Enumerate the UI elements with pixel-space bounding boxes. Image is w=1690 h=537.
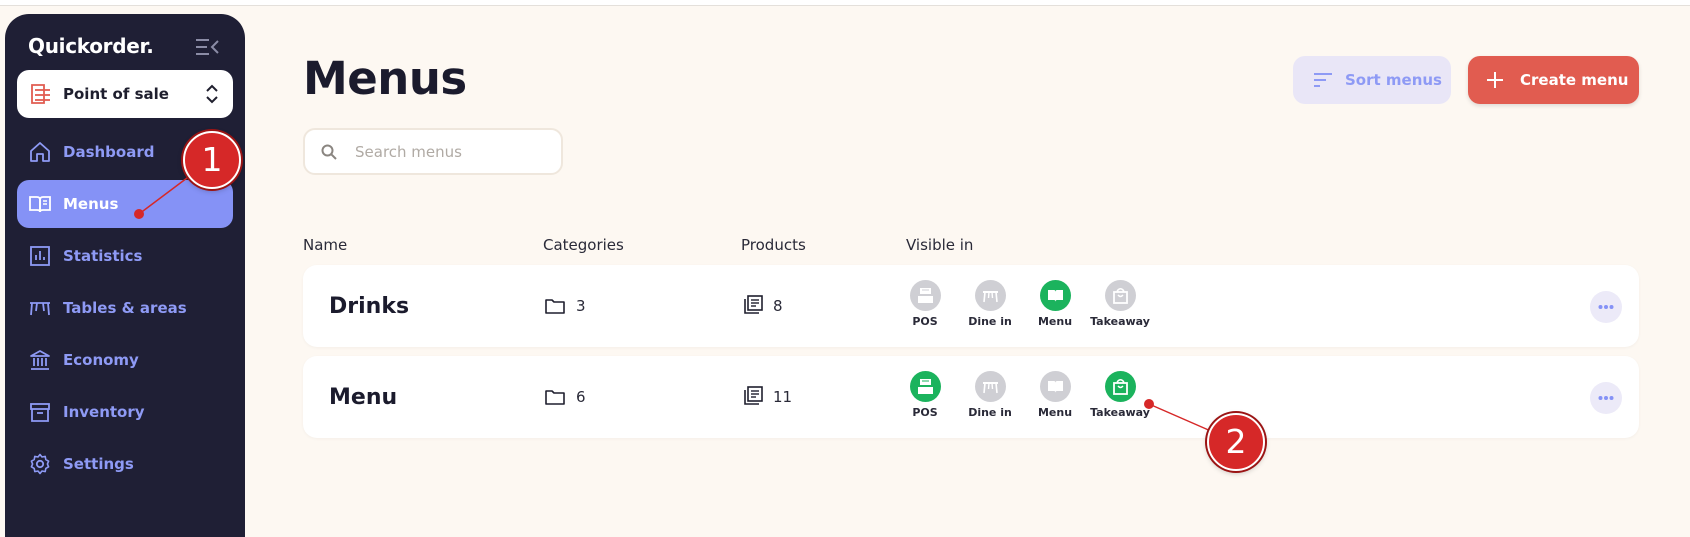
annotation-marker-2: 2: [1207, 413, 1265, 471]
ellipsis-icon: [1598, 305, 1614, 309]
ellipsis-icon: [1598, 396, 1614, 400]
menu-book-icon: [1040, 371, 1071, 402]
create-menu-button[interactable]: Create menu: [1468, 56, 1639, 104]
products-icon: [744, 295, 763, 314]
sidebar-item-label: Tables & areas: [63, 299, 187, 317]
sidebar-item-label: Inventory: [63, 403, 145, 421]
column-header-visible-in: Visible in: [906, 236, 974, 254]
sort-menus-button[interactable]: Sort menus: [1293, 56, 1451, 104]
sort-icon: [1314, 73, 1332, 87]
more-options-button[interactable]: [1590, 382, 1622, 414]
visibility-label: Takeaway: [1090, 406, 1150, 419]
takeaway-bag-icon: [1105, 371, 1136, 402]
sidebar-item-economy[interactable]: Economy: [17, 336, 233, 384]
table-icon: [30, 302, 50, 316]
pos-register-icon: [910, 371, 941, 402]
column-header-name: Name: [303, 236, 348, 254]
pos-terminal-icon: [31, 84, 50, 104]
pos-register-icon: [910, 280, 941, 311]
archive-icon: [30, 403, 50, 422]
products-count: 8: [773, 297, 783, 315]
point-of-sale-selector[interactable]: Point of sale: [17, 70, 233, 118]
sidebar-item-label: Settings: [63, 455, 134, 473]
page-title: Menus: [303, 52, 467, 105]
chevron-up-down-icon: [206, 84, 218, 104]
sidebar-item-tables-areas[interactable]: Tables & areas: [17, 284, 233, 332]
visibility-takeaway[interactable]: Takeaway: [1090, 280, 1150, 336]
visibility-menu[interactable]: Menu: [1025, 280, 1085, 336]
sidebar-item-label: Menus: [63, 195, 119, 213]
visibility-menu[interactable]: Menu: [1025, 371, 1085, 427]
table-row[interactable]: Menu 6 11 POS Dine in Menu Takeaway: [303, 356, 1639, 438]
visibility-label: Takeaway: [1090, 315, 1150, 328]
create-menu-label: Create menu: [1520, 71, 1629, 89]
sidebar-item-settings[interactable]: Settings: [17, 440, 233, 488]
categories-count: 6: [576, 388, 586, 406]
visibility-label: Menu: [1037, 315, 1073, 328]
folder-icon: [545, 299, 565, 314]
visibility-label: POS: [912, 315, 938, 328]
visibility-pos[interactable]: POS: [895, 371, 955, 427]
products-count: 11: [773, 388, 793, 406]
dine-in-table-icon: [975, 280, 1006, 311]
sort-menus-label: Sort menus: [1345, 71, 1442, 89]
sidebar-item-label: Economy: [63, 351, 139, 369]
folder-icon: [545, 390, 565, 405]
products-icon: [744, 386, 763, 405]
search-icon: [321, 144, 337, 160]
gear-icon: [30, 453, 50, 475]
collapse-sidebar-icon[interactable]: [195, 36, 221, 58]
window-top-edge: [0, 0, 1690, 6]
chart-icon: [30, 246, 50, 266]
visibility-dine-in[interactable]: Dine in: [960, 280, 1020, 336]
table-row[interactable]: Drinks 3 8 POS Dine in Menu Takeaway: [303, 265, 1639, 347]
sidebar-item-inventory[interactable]: Inventory: [17, 388, 233, 436]
brand-logo: Quickorder.: [28, 34, 154, 58]
book-icon: [29, 196, 51, 213]
search-input[interactable]: [355, 140, 545, 164]
dine-in-table-icon: [975, 371, 1006, 402]
sidebar-item-statistics[interactable]: Statistics: [17, 232, 233, 280]
visibility-pos[interactable]: POS: [895, 280, 955, 336]
menu-name: Menu: [329, 385, 398, 410]
sidebar: Quickorder. Point of sale Dashboard Menu…: [5, 14, 245, 537]
takeaway-bag-icon: [1105, 280, 1136, 311]
visibility-label: Dine in: [968, 315, 1012, 328]
annotation-marker-1: 1: [183, 131, 241, 189]
visibility-takeaway[interactable]: Takeaway: [1090, 371, 1150, 427]
home-icon: [30, 142, 50, 162]
visibility-label: POS: [912, 406, 938, 419]
column-header-categories: Categories: [543, 236, 624, 254]
sidebar-item-label: Statistics: [63, 247, 143, 265]
search-box[interactable]: [303, 128, 563, 175]
sidebar-item-label: Dashboard: [63, 143, 155, 161]
visibility-label: Menu: [1037, 406, 1073, 419]
sidebar-item-menus[interactable]: Menus: [17, 180, 233, 228]
pos-selector-label: Point of sale: [63, 85, 169, 103]
more-options-button[interactable]: [1590, 291, 1622, 323]
menu-book-icon: [1040, 280, 1071, 311]
column-header-products: Products: [741, 236, 806, 254]
bank-icon: [30, 350, 50, 370]
menu-name: Drinks: [329, 294, 410, 319]
categories-count: 3: [576, 297, 586, 315]
visibility-dine-in[interactable]: Dine in: [960, 371, 1020, 427]
visibility-label: Dine in: [968, 406, 1012, 419]
plus-icon: [1487, 72, 1503, 88]
